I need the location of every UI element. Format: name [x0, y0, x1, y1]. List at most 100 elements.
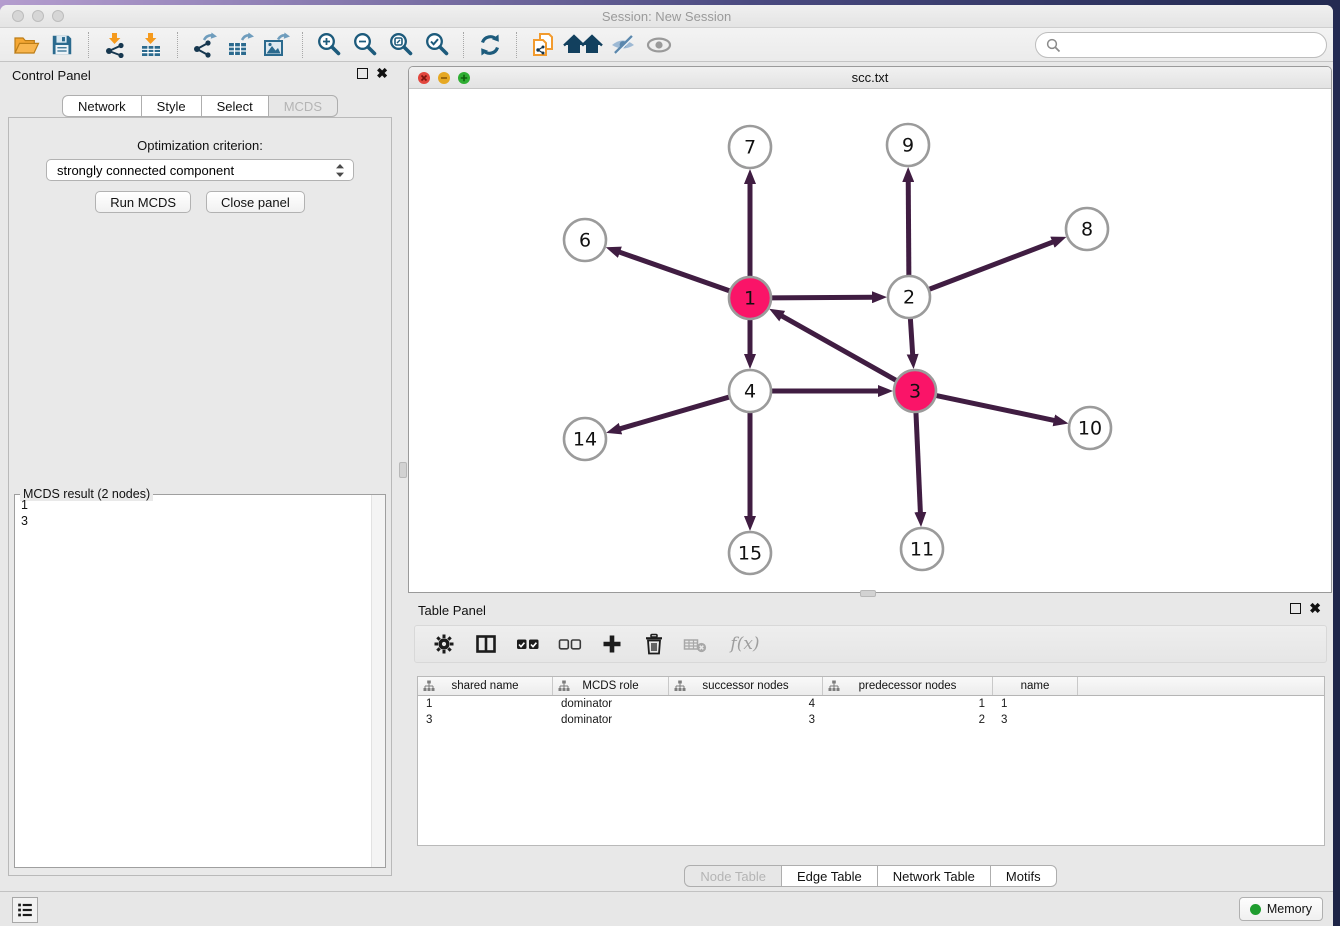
table-panel-title: Table Panel: [418, 603, 486, 618]
cell-shared-name[interactable]: 1: [418, 696, 553, 712]
select-all-button[interactable]: [515, 631, 541, 657]
graph-node-3[interactable]: 3: [894, 370, 936, 412]
graph-node-7[interactable]: 7: [729, 126, 771, 168]
attribute-tree-icon: [558, 680, 570, 692]
show-all-button[interactable]: [641, 30, 677, 60]
graph-node-4[interactable]: 4: [729, 370, 771, 412]
cell-name[interactable]: 3: [993, 712, 1078, 728]
graph-edge-4-14[interactable]: [620, 397, 731, 429]
graph-edge-2-8[interactable]: [928, 242, 1054, 290]
zoom-selected-button[interactable]: [419, 30, 455, 60]
table-row[interactable]: 3dominator323: [418, 712, 1324, 728]
tab-edge-table[interactable]: Edge Table: [781, 865, 878, 887]
graph-node-8[interactable]: 8: [1066, 208, 1108, 250]
table-header-row: shared name MCDS role successor nodes pr…: [418, 677, 1324, 696]
panel-splitter-handle[interactable]: [399, 462, 407, 478]
graph-edge-3-11[interactable]: [916, 411, 921, 513]
search-icon: [1046, 38, 1061, 53]
deselect-all-button[interactable]: [557, 631, 583, 657]
memory-button[interactable]: Memory: [1239, 897, 1323, 921]
refresh-button[interactable]: [472, 30, 508, 60]
table-row[interactable]: 1dominator411: [418, 696, 1324, 712]
zoom-in-button[interactable]: [311, 30, 347, 60]
import-table-button[interactable]: [133, 30, 169, 60]
cell-shared-name[interactable]: 3: [418, 712, 553, 728]
graph-node-1[interactable]: 1: [729, 277, 771, 319]
search-box[interactable]: [1035, 32, 1327, 58]
network-canvas[interactable]: 7 9 6 8 1 2 4 3 14 10 15 11: [409, 89, 1331, 592]
tab-network[interactable]: Network: [62, 95, 142, 117]
graph-node-10[interactable]: 10: [1069, 407, 1111, 449]
graph-node-9[interactable]: 9: [887, 124, 929, 166]
optimization-criterion-select[interactable]: strongly connected component: [46, 159, 354, 181]
first-neighbors-button[interactable]: [561, 30, 605, 60]
network-view-window: scc.txt 7 9 6 8 1 2 4 3 14 10 15 11: [408, 66, 1332, 593]
tab-node-table[interactable]: Node Table: [684, 865, 782, 887]
column-header-name[interactable]: name: [993, 677, 1078, 695]
column-header-successor-nodes[interactable]: successor nodes: [669, 677, 823, 695]
export-image-button[interactable]: [258, 30, 294, 60]
graph-edge-2-3[interactable]: [910, 317, 912, 355]
import-network-button[interactable]: [97, 30, 133, 60]
graph-node-14[interactable]: 14: [564, 418, 606, 460]
cell-name[interactable]: 1: [993, 696, 1078, 712]
cell-mcds-role[interactable]: dominator: [553, 696, 669, 712]
delete-column-button[interactable]: [641, 631, 667, 657]
delete-table-icon: [683, 633, 709, 655]
eye-icon: [644, 33, 674, 57]
graph-edge-1-2[interactable]: [770, 297, 873, 298]
zoom-fit-button[interactable]: [383, 30, 419, 60]
tab-style[interactable]: Style: [141, 95, 202, 117]
close-panel-icon[interactable]: ✖: [376, 68, 388, 79]
zoom-fit-icon: [388, 32, 414, 58]
column-header-mcds-role[interactable]: MCDS role: [553, 677, 669, 695]
graph-node-11[interactable]: 11: [901, 528, 943, 570]
optimization-criterion-label: Optimization criterion:: [9, 138, 391, 153]
cell-mcds-role[interactable]: dominator: [553, 712, 669, 728]
graph-edge-3-1[interactable]: [781, 316, 897, 382]
create-column-button[interactable]: [599, 631, 625, 657]
network-window-titlebar: scc.txt: [409, 67, 1331, 89]
hide-selected-button[interactable]: [605, 30, 641, 60]
close-table-panel-icon[interactable]: ✖: [1309, 603, 1321, 614]
run-mcds-button[interactable]: Run MCDS: [95, 191, 191, 213]
manage-networks-button[interactable]: [525, 30, 561, 60]
table-panel: Table Panel ✖: [408, 597, 1333, 891]
graph-edge-2-9[interactable]: [908, 181, 909, 277]
table-settings-button[interactable]: [431, 631, 457, 657]
column-header-shared-name[interactable]: shared name: [418, 677, 553, 695]
graph-node-15[interactable]: 15: [729, 532, 771, 574]
tab-mcds[interactable]: MCDS: [268, 95, 338, 117]
open-session-button[interactable]: [8, 30, 44, 60]
close-panel-button[interactable]: Close panel: [206, 191, 305, 213]
task-history-button[interactable]: [12, 897, 38, 923]
zoom-out-button[interactable]: [347, 30, 383, 60]
tab-motifs[interactable]: Motifs: [990, 865, 1057, 887]
zoom-in-icon: [316, 32, 342, 58]
tab-network-table[interactable]: Network Table: [877, 865, 991, 887]
result-scrollbar[interactable]: [371, 495, 385, 867]
graph-edge-3-10[interactable]: [935, 395, 1055, 420]
tab-select[interactable]: Select: [201, 95, 269, 117]
svg-text:4: 4: [744, 381, 756, 403]
home-houses-icon: [563, 33, 603, 57]
float-panel-icon[interactable]: [357, 68, 368, 79]
horizontal-splitter-handle[interactable]: [860, 590, 876, 597]
column-header-predecessor-nodes[interactable]: predecessor nodes: [823, 677, 993, 695]
cell-predecessor-nodes[interactable]: 2: [823, 712, 993, 728]
cell-successor-nodes[interactable]: 4: [669, 696, 823, 712]
cell-predecessor-nodes[interactable]: 1: [823, 696, 993, 712]
export-table-button[interactable]: [222, 30, 258, 60]
export-network-button[interactable]: [186, 30, 222, 60]
graph-node-2[interactable]: 2: [888, 276, 930, 318]
graph-edge-1-6[interactable]: [619, 252, 731, 291]
search-input[interactable]: [1067, 38, 1316, 53]
result-item: 1: [15, 497, 370, 513]
svg-text:3: 3: [909, 381, 921, 403]
graph-node-6[interactable]: 6: [564, 219, 606, 261]
cell-successor-nodes[interactable]: 3: [669, 712, 823, 728]
float-table-panel-icon[interactable]: [1290, 603, 1301, 614]
save-session-button[interactable]: [44, 30, 80, 60]
column-view-button[interactable]: [473, 631, 499, 657]
zoom-out-icon: [352, 32, 378, 58]
